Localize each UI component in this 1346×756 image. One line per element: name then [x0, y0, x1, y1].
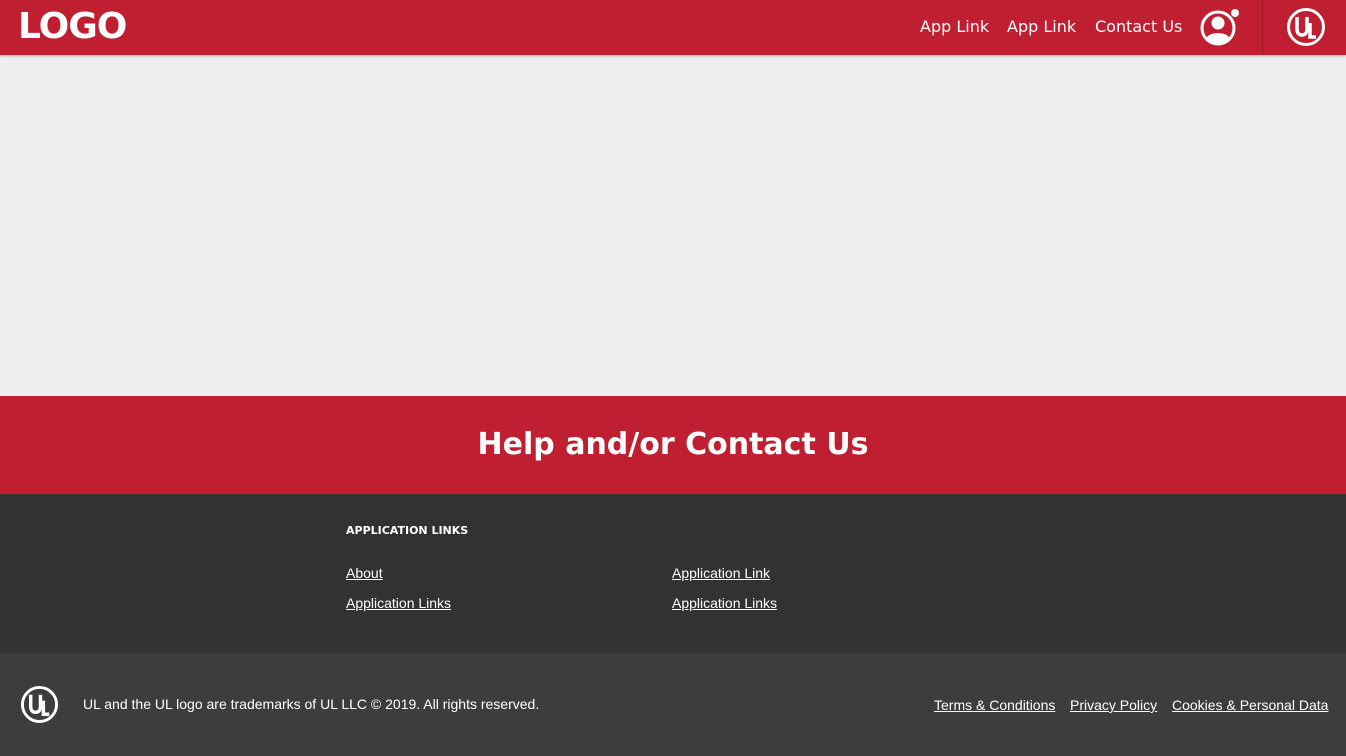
terms-conditions-link[interactable]: Terms & Conditions — [934, 696, 1055, 714]
help-banner: Help and/or Contact Us — [0, 396, 1346, 494]
footer-ul-logo — [20, 685, 59, 724]
bottom-footer: UL and the UL logo are trademarks of UL … — [0, 653, 1346, 756]
footer-link-about[interactable]: About — [346, 564, 383, 582]
ul-brand-button[interactable] — [1286, 7, 1326, 47]
ul-logo-icon — [1287, 8, 1325, 46]
footer-link-application-links-2[interactable]: Application Links — [672, 594, 777, 612]
footer-link-application-link[interactable]: Application Link — [672, 564, 770, 582]
application-links-section: APPLICATION LINKS About Application Link… — [0, 494, 1346, 653]
site-logo[interactable]: LOGO — [18, 6, 127, 48]
top-header: LOGO App Link App Link Contact Us — [0, 0, 1346, 55]
nav-contact-us[interactable]: Contact Us — [1095, 16, 1182, 38]
privacy-policy-link[interactable]: Privacy Policy — [1070, 696, 1157, 714]
nav-app-link-1[interactable]: App Link — [920, 16, 989, 38]
footer-link-application-links-1[interactable]: Application Links — [346, 594, 451, 612]
user-account-button[interactable] — [1199, 8, 1241, 48]
nav-app-link-2[interactable]: App Link — [1007, 16, 1076, 38]
copyright-text: UL and the UL logo are trademarks of UL … — [83, 696, 540, 712]
application-links-heading: APPLICATION LINKS — [346, 524, 469, 537]
hero-area — [0, 55, 1346, 396]
user-avatar-icon — [1200, 9, 1239, 46]
cookies-personal-data-link[interactable]: Cookies & Personal Data — [1172, 696, 1328, 714]
ul-logo-icon — [20, 685, 59, 724]
help-title: Help and/or Contact Us — [477, 427, 869, 462]
header-divider — [1262, 0, 1263, 55]
